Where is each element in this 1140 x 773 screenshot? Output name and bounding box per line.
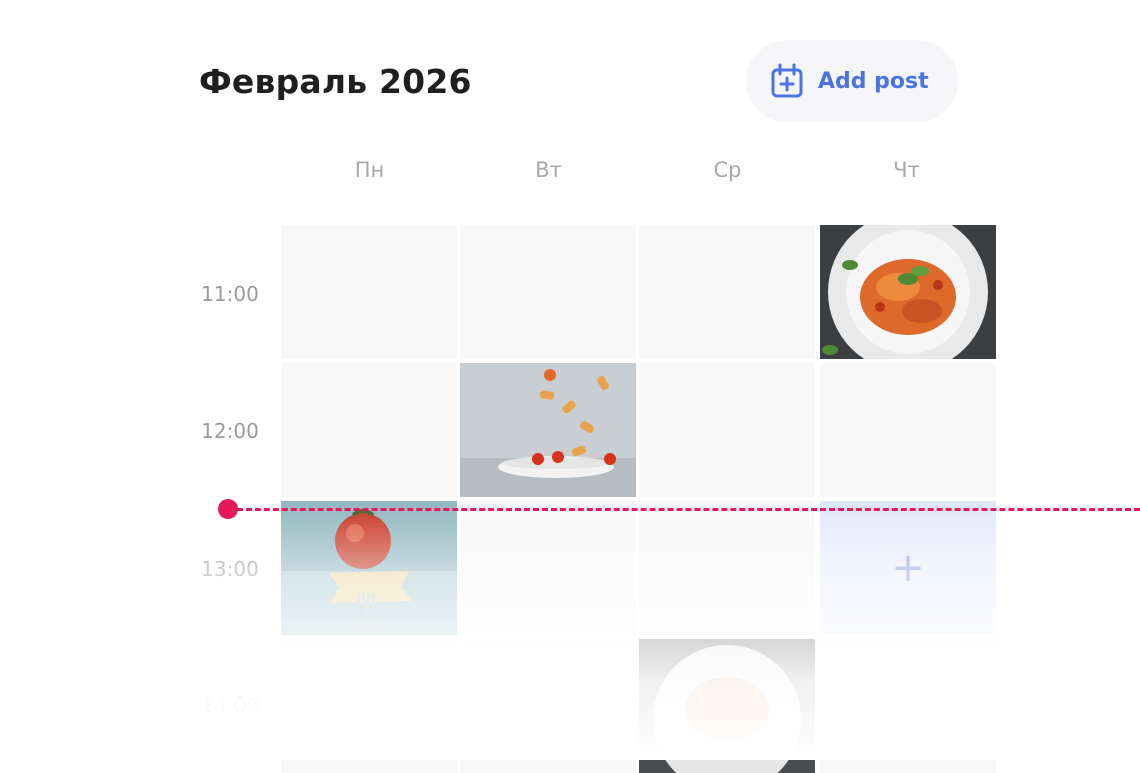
falling-pasta-image — [460, 363, 636, 497]
add-slot-thu-13[interactable]: + — [820, 501, 996, 635]
pasta-bowl-image — [639, 639, 815, 773]
slot-tue-14[interactable] — [460, 639, 636, 773]
current-time-dot — [218, 499, 238, 519]
current-time-line — [228, 508, 1140, 511]
slot-tue-11[interactable] — [460, 225, 636, 359]
slot-mon-11[interactable] — [281, 225, 457, 359]
post-thumbnail-tomato-fork[interactable] — [281, 501, 457, 635]
slot-thu-12[interactable] — [820, 363, 996, 497]
post-thumbnail-pasta-bowl[interactable] — [639, 639, 815, 773]
pasta-plate-image — [820, 225, 996, 359]
tomato-fork-image — [281, 501, 457, 635]
add-post-label: Add post — [818, 68, 929, 94]
add-post-button[interactable]: Add post — [746, 40, 958, 122]
slot-wed-12[interactable] — [639, 363, 815, 497]
slot-mon-14[interactable] — [281, 639, 457, 773]
slot-wed-11[interactable] — [639, 225, 815, 359]
time-label-14: 14:00 — [201, 693, 259, 717]
time-label-12: 12:00 — [201, 419, 259, 443]
day-header-tue: Вт — [535, 158, 562, 182]
day-header-wed: Ср — [713, 158, 742, 182]
calendar-plus-icon — [771, 63, 803, 98]
day-header-thu: Чт — [893, 158, 920, 182]
slot-thu-14[interactable] — [820, 639, 996, 773]
plus-icon: + — [891, 545, 925, 591]
time-label-13: 13:00 — [201, 557, 259, 581]
slot-wed-13[interactable] — [639, 501, 815, 635]
time-label-11: 11:00 — [201, 282, 259, 306]
month-title: Февраль 2026 — [199, 62, 472, 101]
slot-mon-12[interactable] — [281, 363, 457, 497]
day-header-mon: Пн — [354, 158, 385, 182]
post-thumbnail-falling-pasta[interactable] — [460, 363, 636, 497]
post-thumbnail-pasta-plate[interactable] — [820, 225, 996, 359]
slot-tue-13[interactable] — [460, 501, 636, 635]
